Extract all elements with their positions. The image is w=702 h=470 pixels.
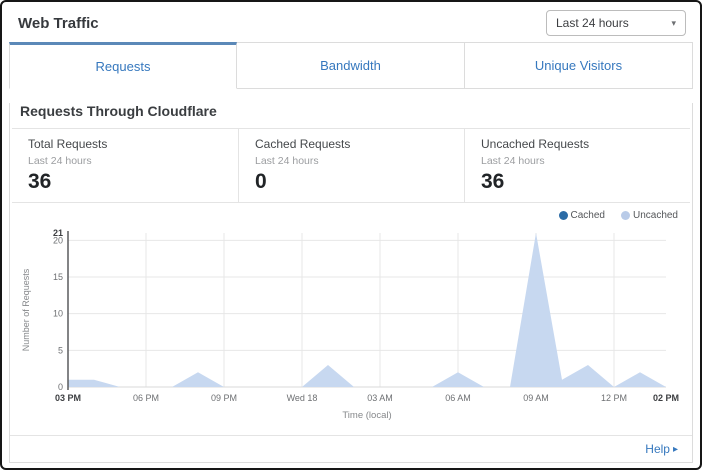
time-range-value: Last 24 hours [556, 16, 629, 30]
header: Web Traffic Last 24 hours ▾ [2, 2, 700, 42]
tab-bandwidth[interactable]: Bandwidth [237, 42, 465, 89]
x-tick-label: 09 PM [211, 393, 237, 403]
time-range-dropdown[interactable]: Last 24 hours ▾ [546, 10, 686, 36]
y-tick-label: 5 [58, 345, 63, 355]
tab-unique-visitors[interactable]: Unique Visitors [465, 42, 693, 89]
x-tick-label: 06 AM [445, 393, 471, 403]
stat-total-requests: Total Requests Last 24 hours 36 [12, 129, 238, 202]
x-tick-label: 02 PM [653, 393, 679, 403]
stat-sub: Last 24 hours [28, 155, 222, 167]
help-label: Help [645, 442, 670, 456]
y-tick-label: 15 [53, 272, 63, 282]
legend-item-cached: Cached [559, 210, 605, 221]
stat-label: Cached Requests [255, 137, 448, 151]
tab-requests[interactable]: Requests [9, 42, 237, 89]
chart-block: CachedUncached 051015202103 PM06 PM09 PM… [10, 203, 692, 427]
section-title: Requests Through Cloudflare [20, 103, 682, 119]
help-link[interactable]: Help ▸ [645, 442, 678, 456]
x-axis-title: Time (local) [342, 410, 391, 421]
chart-legend: Cached Uncached [16, 207, 686, 222]
x-tick-label: 09 AM [523, 393, 549, 403]
x-tick-label: Wed 18 [287, 393, 318, 403]
stat-value: 36 [481, 171, 674, 192]
legend-item-uncached: Uncached [621, 210, 678, 221]
stat-value: 36 [28, 171, 222, 192]
tab-content: Requests Through Cloudflare Total Reques… [9, 103, 693, 463]
x-tick-label: 03 PM [55, 393, 81, 403]
chevron-down-icon: ▾ [671, 18, 676, 29]
stat-label: Uncached Requests [481, 137, 674, 151]
x-tick-label: 06 PM [133, 393, 159, 403]
page-title: Web Traffic [18, 15, 99, 32]
stat-uncached-requests: Uncached Requests Last 24 hours 36 [464, 129, 690, 202]
y-tick-label: 0 [58, 382, 63, 392]
y-axis-title: Number of Requests [21, 268, 31, 351]
stats-row: Total Requests Last 24 hours 36 Cached Requ… [12, 128, 690, 203]
traffic-panel: RequestsBandwidthUnique Visitors Request… [9, 42, 693, 463]
web-traffic-window: Web Traffic Last 24 hours ▾ RequestsBand… [0, 0, 702, 470]
x-tick-label: 03 AM [367, 393, 393, 403]
stat-cached-requests: Cached Requests Last 24 hours 0 [238, 129, 464, 202]
stat-value: 0 [255, 171, 448, 192]
legend-dot-icon [559, 211, 568, 220]
y-tick-label: 10 [53, 309, 63, 319]
help-row: Help ▸ [10, 435, 692, 462]
stat-label: Total Requests [28, 137, 222, 151]
arrow-right-icon: ▸ [673, 444, 678, 455]
requests-area-chart: 051015202103 PM06 PM09 PMWed 1803 AM06 A… [16, 221, 688, 427]
y-tick-label: 21 [53, 228, 63, 238]
stat-sub: Last 24 hours [255, 155, 448, 167]
legend-dot-icon [621, 211, 630, 220]
tab-bar: RequestsBandwidthUnique Visitors [9, 42, 693, 89]
legend-label: Cached [571, 210, 605, 221]
area-series-uncached [68, 233, 666, 387]
x-tick-label: 12 PM [601, 393, 627, 403]
stat-sub: Last 24 hours [481, 155, 674, 167]
legend-label: Uncached [633, 210, 678, 221]
